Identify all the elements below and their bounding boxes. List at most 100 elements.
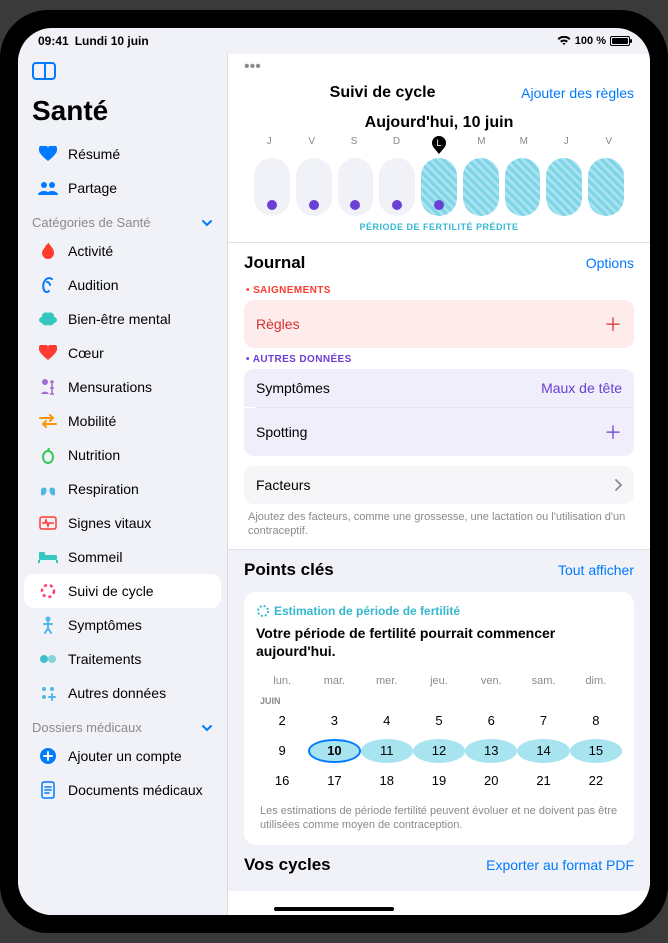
week-header: JVSDLMMJV xyxy=(244,134,634,150)
weekday-label: M xyxy=(460,136,502,150)
cal-cell[interactable]: 7 xyxy=(517,706,569,736)
cycle-day-pill[interactable] xyxy=(588,158,624,216)
row-symptomes[interactable]: Symptômes Maux de tête xyxy=(244,369,634,407)
cal-cell[interactable]: 14 xyxy=(517,736,569,766)
add-period-button[interactable]: Ajouter des règles xyxy=(521,85,634,101)
sidebar-item-arrows[interactable]: Mobilité xyxy=(24,404,221,438)
cal-cell[interactable]: 20 xyxy=(465,766,517,796)
cal-cell[interactable]: 19 xyxy=(413,766,465,796)
cal-cell[interactable]: 9 xyxy=(256,736,308,766)
cycle-day-pill[interactable] xyxy=(463,158,499,216)
cal-cell[interactable]: 22 xyxy=(570,766,622,796)
cal-cell[interactable]: 11 xyxy=(361,736,413,766)
weekday-label: J xyxy=(248,136,290,150)
sidebar-item-lungs[interactable]: Respiration xyxy=(24,472,221,506)
sidebar-label: Mensurations xyxy=(68,379,152,395)
cycle-day-pill[interactable] xyxy=(379,158,415,216)
plus-icon: ＋ xyxy=(604,419,622,445)
sidebar-item-cycle[interactable]: Suivi de cycle xyxy=(24,574,221,608)
home-indicator[interactable] xyxy=(274,907,394,911)
cal-cell[interactable]: 16 xyxy=(256,766,308,796)
cal-cell[interactable]: 21 xyxy=(517,766,569,796)
sidebar-label: Traitements xyxy=(68,651,141,667)
cal-cell[interactable]: 17 xyxy=(308,766,360,796)
journal-options[interactable]: Options xyxy=(586,255,634,271)
row-regles[interactable]: Règles ＋ xyxy=(244,300,634,348)
sidebar-item-heart[interactable]: Cœur xyxy=(24,336,221,370)
bed-icon xyxy=(38,547,58,567)
cal-weekday: jeu. xyxy=(413,670,465,692)
cal-cell[interactable]: 4 xyxy=(361,706,413,736)
weekday-label: S xyxy=(333,136,375,150)
heart-icon xyxy=(38,144,58,164)
sidebar-item-pills[interactable]: Traitements xyxy=(24,642,221,676)
show-all-button[interactable]: Tout afficher xyxy=(558,562,634,578)
sidebar-label: Sommeil xyxy=(68,549,122,565)
status-bar: 09:41 Lundi 10 juin 100 % xyxy=(18,28,650,54)
apple-icon xyxy=(38,445,58,465)
sidebar-section-dossiers[interactable]: Dossiers médicaux xyxy=(18,710,227,739)
sidebar-item-partage[interactable]: Partage xyxy=(24,171,221,205)
sidebar-item-brain[interactable]: Bien-être mental xyxy=(24,302,221,336)
export-pdf-button[interactable]: Exporter au format PDF xyxy=(486,857,634,873)
fertility-insight-card[interactable]: Estimation de période de fertilité Votre… xyxy=(244,592,634,845)
battery-pct: 100 % xyxy=(575,35,606,47)
sidebar-item-documents[interactable]: Documents médicaux xyxy=(24,773,221,807)
document-icon xyxy=(38,780,58,800)
cal-cell[interactable]: 10 xyxy=(308,736,360,766)
sidebar-label: Signes vitaux xyxy=(68,515,151,531)
cal-weekday: sam. xyxy=(517,670,569,692)
cycle-pills[interactable] xyxy=(244,150,634,218)
library-icon[interactable] xyxy=(32,62,56,80)
sidebar-item-apple[interactable]: Nutrition xyxy=(24,438,221,472)
cycle-day-pill[interactable] xyxy=(505,158,541,216)
sidebar-item-plus-grid[interactable]: Autres données xyxy=(24,676,221,710)
sidebar-label: Nutrition xyxy=(68,447,120,463)
cal-cell[interactable]: 3 xyxy=(308,706,360,736)
cal-cell[interactable]: 12 xyxy=(413,736,465,766)
cal-cell[interactable]: 18 xyxy=(361,766,413,796)
weekday-label: V xyxy=(290,136,332,150)
status-date: Lundi 10 juin xyxy=(75,34,149,48)
sidebar-item-ruler[interactable]: Mensurations xyxy=(24,370,221,404)
sidebar-section-categories[interactable]: Catégories de Santé xyxy=(18,205,227,234)
cal-cell[interactable]: 8 xyxy=(570,706,622,736)
cal-cell[interactable]: 6 xyxy=(465,706,517,736)
cal-cell[interactable]: 15 xyxy=(570,736,622,766)
sidebar-label: Résumé xyxy=(68,146,120,162)
sidebar-item-resume[interactable]: Résumé xyxy=(24,137,221,171)
sidebar-item-person[interactable]: Symptômes xyxy=(24,608,221,642)
cycle-day-pill[interactable] xyxy=(421,158,457,216)
weekday-label: D xyxy=(375,136,417,150)
sidebar-item-bed[interactable]: Sommeil xyxy=(24,540,221,574)
sidebar-item-vitals[interactable]: Signes vitaux xyxy=(24,506,221,540)
cycles-title: Vos cycles xyxy=(244,855,331,875)
plus-icon: ＋ xyxy=(604,311,622,337)
weekday-label: J xyxy=(545,136,587,150)
cycle-day-pill[interactable] xyxy=(296,158,332,216)
sidebar-item-flame[interactable]: Activité xyxy=(24,234,221,268)
cycle-day-pill[interactable] xyxy=(546,158,582,216)
row-spotting[interactable]: Spotting ＋ xyxy=(244,408,634,456)
sidebar-item-ear[interactable]: Audition xyxy=(24,268,221,302)
cal-cell[interactable]: 13 xyxy=(465,736,517,766)
wifi-icon xyxy=(557,36,571,46)
cal-cell[interactable]: 5 xyxy=(413,706,465,736)
cycle-icon xyxy=(38,581,58,601)
journal-title: Journal xyxy=(244,253,305,273)
cal-weekday: mer. xyxy=(361,670,413,692)
bleeding-label: • SAIGNEMENTS xyxy=(244,279,634,300)
sidebar-item-add-account[interactable]: Ajouter un compte xyxy=(24,739,221,773)
arrows-icon xyxy=(38,411,58,431)
ruler-icon xyxy=(38,377,58,397)
more-icon[interactable]: ••• xyxy=(244,56,634,78)
cal-weekday: dim. xyxy=(570,670,622,692)
today-label: Aujourd'hui, 10 juin xyxy=(244,106,634,134)
row-facteurs[interactable]: Facteurs xyxy=(244,466,634,504)
cal-cell[interactable]: 2 xyxy=(256,706,308,736)
cycle-day-pill[interactable] xyxy=(338,158,374,216)
cycle-day-pill[interactable] xyxy=(254,158,290,216)
cal-weekday: lun. xyxy=(256,670,308,692)
sidebar-label: Autres données xyxy=(68,685,166,701)
cycle-icon xyxy=(256,604,270,618)
